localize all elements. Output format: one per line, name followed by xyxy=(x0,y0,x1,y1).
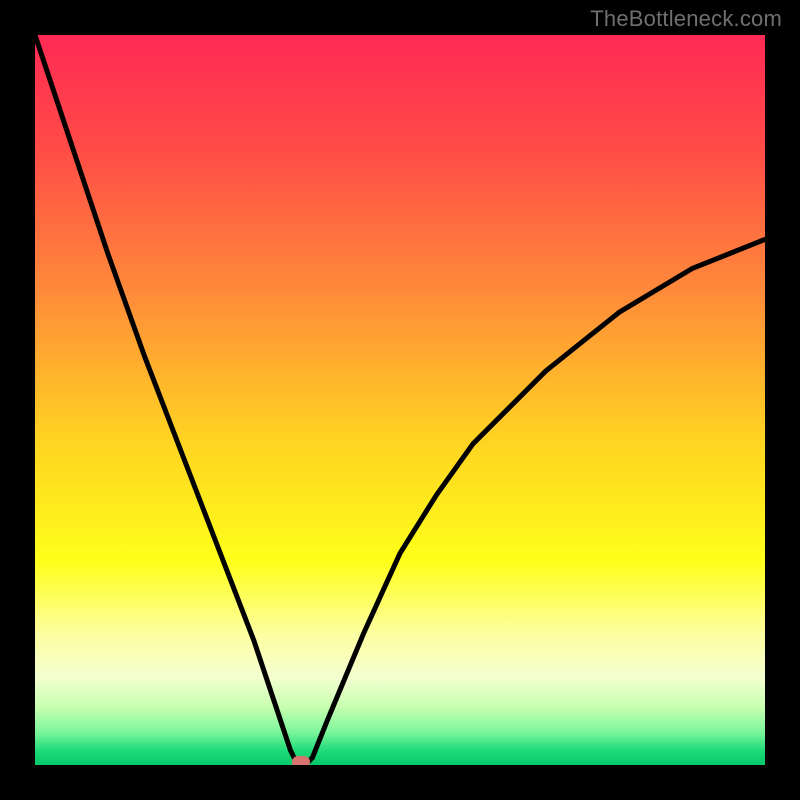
chart-frame: TheBottleneck.com xyxy=(0,0,800,800)
plot-area xyxy=(35,35,765,765)
bottleneck-curve xyxy=(35,35,765,765)
watermark-text: TheBottleneck.com xyxy=(590,6,782,32)
min-point-marker xyxy=(292,756,310,765)
